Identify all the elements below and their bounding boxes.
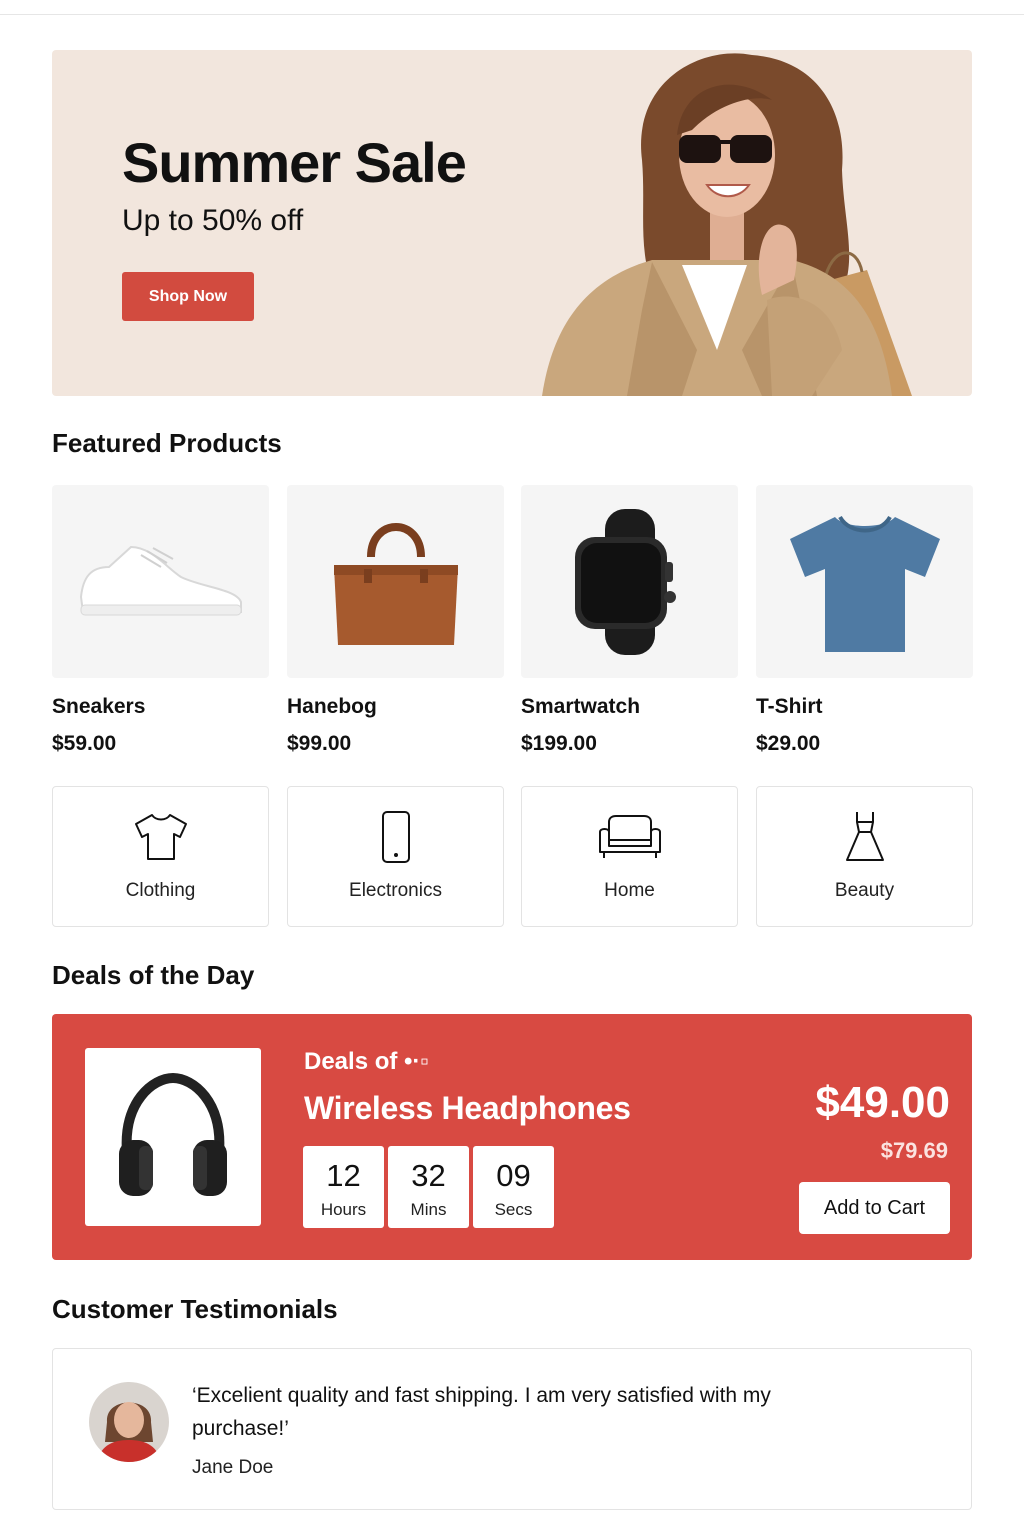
category-label: Home (604, 880, 655, 901)
headphones-icon (119, 1072, 227, 1196)
product-image[interactable] (521, 485, 738, 678)
testimonials-title: Customer Testimonials (52, 1294, 338, 1324)
hero-subtitle: Up to 50% off (122, 204, 304, 237)
avatar (89, 1382, 169, 1462)
category-clothing[interactable]: Clothing (52, 786, 269, 927)
deal-original-price: $79.69 (880, 1138, 948, 1163)
phone-outline-icon (380, 809, 412, 865)
timer-value: 09 (496, 1158, 531, 1193)
featured-title: Featured Products (52, 428, 282, 458)
timer-minutes: 32 Mins (388, 1146, 469, 1228)
product-price: $29.00 (756, 732, 821, 755)
timer-hours: 12 Hours (303, 1146, 384, 1228)
timer-seconds: 09 Secs (473, 1146, 554, 1228)
testimonial-author: Jane Doe (192, 1457, 274, 1478)
testimonial-card: ‘Excelient quality and fast shipping. I … (52, 1348, 972, 1510)
timer-unit: Hours (320, 1200, 367, 1219)
product-image[interactable] (756, 485, 973, 678)
hero-model-image (542, 53, 912, 396)
product-name[interactable]: Hanebog (287, 695, 504, 719)
product-card[interactable]: Sneakers $59.00 (52, 485, 269, 756)
category-label: Beauty (834, 880, 895, 901)
product-image[interactable] (52, 485, 269, 678)
category-beauty[interactable]: Beauty (756, 786, 973, 927)
deal-price: $49.00 (815, 1078, 950, 1127)
product-name[interactable]: T-Shirt (756, 695, 973, 719)
timer-value: 12 (326, 1158, 361, 1193)
handbag-icon (333, 522, 458, 645)
product-image[interactable] (287, 485, 504, 678)
deal-banner: Deals of •·▫ Wireless Headphones 12 Hour… (52, 1014, 972, 1260)
deals-title: Deals of the Day (52, 960, 255, 990)
dress-outline-icon (843, 809, 887, 865)
deal-product-image[interactable] (85, 1048, 261, 1226)
shirt-outline-icon (133, 809, 189, 865)
timer-unit: Secs (494, 1200, 533, 1219)
deal-product-name[interactable]: Wireless Headphones (304, 1090, 631, 1127)
product-price: $99.00 (287, 732, 352, 755)
tshirt-icon (789, 515, 940, 652)
product-price: $59.00 (52, 732, 117, 755)
product-name[interactable]: Sneakers (52, 695, 269, 719)
product-name[interactable]: Smartwatch (521, 695, 738, 719)
add-to-cart-button[interactable]: Add to Cart (799, 1182, 950, 1234)
product-price: $199.00 (521, 732, 597, 755)
category-home[interactable]: Home (521, 786, 738, 927)
hero-banner: Summer Sale Up to 50% off Shop Now (52, 50, 972, 396)
category-electronics[interactable]: Electronics (287, 786, 504, 927)
timer-unit: Mins (410, 1200, 447, 1219)
sofa-outline-icon (597, 809, 663, 865)
testimonial-quote: ‘Excelient quality and fast shipping. I … (192, 1384, 771, 1440)
top-divider (0, 14, 1024, 15)
shop-now-button[interactable]: Shop Now (122, 272, 254, 321)
product-card[interactable]: Hanebog $99.00 (287, 485, 504, 756)
countdown-timer: 12 Hours 32 Mins 09 Secs (303, 1146, 554, 1228)
product-card[interactable]: Smartwatch $199.00 (521, 485, 738, 756)
smartwatch-icon (574, 508, 676, 655)
category-label: Clothing (125, 880, 196, 901)
hero-title: Summer Sale (122, 131, 467, 194)
sneaker-icon (79, 545, 242, 615)
timer-value: 32 (411, 1158, 446, 1193)
category-label: Electronics (349, 880, 442, 901)
deal-kicker: Deals of •·▫ (304, 1048, 429, 1075)
product-card[interactable]: T-Shirt $29.00 (756, 485, 973, 756)
